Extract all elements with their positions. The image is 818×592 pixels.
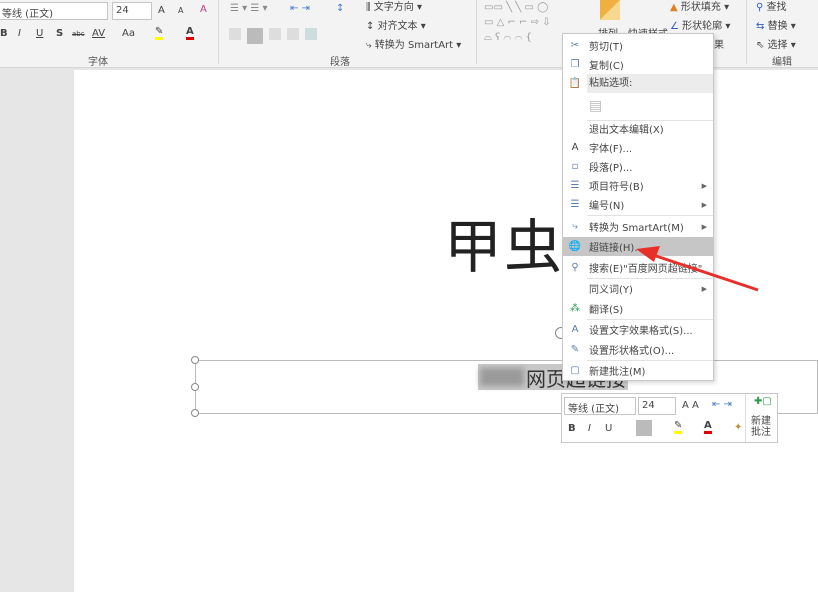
mini-italic-button[interactable]: I <box>588 423 591 434</box>
menu-item-cut[interactable]: ✂ 剪切(T) <box>563 36 713 55</box>
align-text-button[interactable]: ↕ 对齐文本 ▾ <box>366 17 426 32</box>
clear-format-icon[interactable]: A <box>200 4 207 15</box>
italic-button[interactable]: I <box>18 28 21 39</box>
font-name-combo[interactable]: 等线 (正文) <box>0 2 108 20</box>
chevron-right-icon: ▶ <box>701 222 707 231</box>
line-spacing-icon[interactable]: ↕ <box>336 3 344 14</box>
paste-keep-text-icon[interactable]: ▤ <box>587 98 602 114</box>
editing-group-label: 编辑 <box>772 57 792 68</box>
chevron-right-icon: ▶ <box>701 284 707 293</box>
search-icon: ⚲ <box>571 262 579 273</box>
resize-handle[interactable] <box>191 356 199 364</box>
translate-icon: ⁂ <box>570 303 580 314</box>
new-comment-button[interactable]: 新建 批注 <box>751 416 771 438</box>
menu-item-numbering[interactable]: ☰ 编号(N) ▶ <box>563 195 713 214</box>
copy-icon: ❐ <box>570 59 580 70</box>
divider <box>587 215 713 216</box>
replace-button[interactable]: ⇆ 替换 ▾ <box>756 17 796 32</box>
mini-font-size-combo[interactable]: 24 <box>638 397 676 415</box>
bullets-icon: ☰ <box>570 180 580 191</box>
menu-item-paragraph[interactable]: ▫ 段落(P)... <box>563 157 713 176</box>
underline-button[interactable]: U <box>36 28 43 39</box>
menu-item-synonyms[interactable]: 同义词(Y) ▶ <box>563 279 713 298</box>
align-left-button[interactable] <box>229 28 241 40</box>
mini-underline-button[interactable]: U <box>605 423 612 434</box>
slide-title[interactable]: 甲虫 <box>444 200 564 284</box>
convert-smartart-button[interactable]: ⤷ 转换为 SmartArt ▾ <box>366 36 461 51</box>
grow-font-button[interactable]: A <box>158 5 165 16</box>
numbering-icon: ☰ <box>570 199 580 210</box>
shape-fill-button[interactable]: ▲ 形状填充 ▾ <box>670 0 729 13</box>
menu-item-new-comment[interactable]: ▢ 新建批注(M) <box>563 361 713 380</box>
paste-icon: 📋 <box>568 78 582 89</box>
menu-item-convert-smartart[interactable]: ⤷ 转换为 SmartArt(M) ▶ <box>563 217 713 236</box>
menu-item-bullets[interactable]: ☰ 项目符号(B) ▶ <box>563 176 713 195</box>
hyperlink-icon: 🌐 <box>568 241 582 252</box>
menu-item-text-effects[interactable]: A 设置文字效果格式(S)... <box>563 320 713 339</box>
blurred-text <box>480 368 524 386</box>
menu-item-font[interactable]: A 字体(F)... <box>563 138 713 157</box>
menu-item-copy[interactable]: ❐ 复制(C) <box>563 55 713 74</box>
menu-item-paste-options: 📋 粘贴选项: <box>563 74 713 93</box>
bold-button[interactable]: B <box>0 28 8 39</box>
font-size-combo[interactable]: 24 <box>112 2 152 20</box>
find-button[interactable]: ⚲ 查找 <box>756 0 787 13</box>
font-icon: A <box>571 142 579 153</box>
chevron-right-icon: ▶ <box>701 200 707 209</box>
change-case-button[interactable]: Aa <box>122 28 135 39</box>
resize-handle[interactable] <box>191 409 199 417</box>
format-painter-icon[interactable]: ✦ <box>734 422 742 433</box>
mini-align-center-button[interactable] <box>636 420 652 436</box>
smartart-icon: ⤷ <box>572 221 578 232</box>
scissors-icon: ✂ <box>570 40 580 51</box>
shape-effects-button[interactable]: 果 <box>714 36 724 51</box>
divider <box>218 0 219 64</box>
align-center-button[interactable] <box>247 28 263 44</box>
shadow-button[interactable]: S <box>56 28 63 39</box>
mini-bold-button[interactable]: B <box>568 423 576 434</box>
divider <box>476 0 477 64</box>
paragraph-group-label: 段落 <box>330 57 350 68</box>
text-direction-button[interactable]: ⫼ 文字方向 ▾ <box>366 0 422 13</box>
mini-indent-icon[interactable]: ⇤ ⇥ <box>712 399 732 410</box>
bullets-icon[interactable]: ☰ ▾ ☰ ▾ <box>230 3 268 14</box>
mini-toolbar: 等线 (正文) 24 A A ⇤ ⇥ B I U ✎ A ✦ ✚▢ 新建 批注 <box>561 393 778 443</box>
font-group-label: 字体 <box>88 57 108 68</box>
char-spacing-button[interactable]: AV <box>92 28 105 39</box>
menu-item-hyperlink[interactable]: 🌐 超链接(H)... <box>563 237 713 256</box>
alignment-buttons <box>229 28 329 44</box>
indent-icon[interactable]: ⇤ ⇥ <box>290 3 310 14</box>
mini-font-name-combo[interactable]: 等线 (正文) <box>564 397 636 415</box>
strikethrough-button[interactable]: abc <box>72 30 85 38</box>
arrange-icon[interactable] <box>600 0 620 20</box>
resize-handle[interactable] <box>191 383 199 391</box>
menu-item-paste-keep-text[interactable]: ▤ <box>563 94 713 118</box>
divider <box>745 394 746 442</box>
menu-item-shape-format[interactable]: ✎ 设置形状格式(O)... <box>563 340 713 359</box>
justify-button[interactable] <box>287 28 299 40</box>
context-menu: ✂ 剪切(T) ❐ 复制(C) 📋 粘贴选项: ▤ 退出文本编辑(X) A 字体(F).… <box>562 33 714 381</box>
chevron-right-icon: ▶ <box>701 181 707 190</box>
mini-grow-font-button[interactable]: A A <box>682 400 699 411</box>
mini-font-color-icon[interactable]: A <box>704 420 712 434</box>
highlight-icon[interactable]: ✎ <box>155 26 164 40</box>
mini-highlight-icon[interactable]: ✎ <box>674 420 683 434</box>
shrink-font-button[interactable]: A <box>178 6 183 15</box>
text-effects-icon: A <box>571 324 579 335</box>
align-right-button[interactable] <box>269 28 281 40</box>
menu-item-translate[interactable]: ⁂ 翻译(S) <box>563 299 713 318</box>
paragraph-icon: ▫ <box>571 161 579 172</box>
new-comment-icon[interactable]: ✚▢ <box>754 396 772 407</box>
menu-item-exit-edit[interactable]: 退出文本编辑(X) <box>563 119 713 138</box>
shape-format-icon: ✎ <box>570 344 580 355</box>
font-color-icon[interactable]: A <box>186 26 194 40</box>
columns-button[interactable] <box>305 28 317 40</box>
shape-outline-button[interactable]: ∠ 形状轮廓 ▾ <box>670 17 730 32</box>
divider <box>746 0 747 64</box>
menu-item-search[interactable]: ⚲ 搜索(E)"百度网页超链接" <box>563 258 713 277</box>
comment-icon: ▢ <box>570 365 580 376</box>
select-button[interactable]: ⇖ 选择 ▾ <box>756 36 796 51</box>
